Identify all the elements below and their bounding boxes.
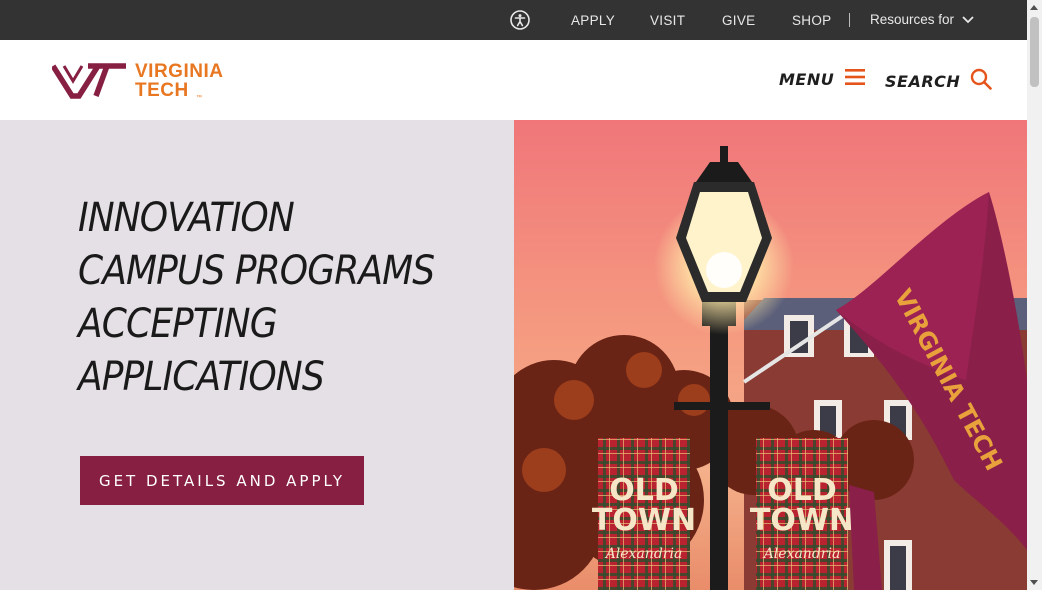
hero-photo: OLD TOWN OLD TOWN Alexandria Alexandria … bbox=[514, 120, 1027, 590]
hero-headline-line: INNOVATION bbox=[78, 195, 295, 241]
scrollbar-thumb[interactable] bbox=[1030, 17, 1039, 87]
hero-headline-line: ACCEPTING bbox=[78, 301, 278, 347]
search-button[interactable]: SEARCH bbox=[885, 68, 993, 94]
vt-monogram-icon bbox=[52, 63, 126, 99]
chevron-down-icon bbox=[962, 12, 974, 27]
get-details-and-apply-button[interactable]: GET DETAILS AND APPLY bbox=[80, 456, 364, 505]
utility-link-visit[interactable]: VISIT bbox=[650, 13, 685, 28]
menu-label: MENU bbox=[779, 69, 835, 89]
banner-text-alexandria: Alexandria bbox=[604, 546, 683, 562]
banner-text-alexandria: Alexandria bbox=[762, 546, 841, 562]
utility-divider bbox=[849, 13, 850, 27]
hamburger-icon bbox=[844, 68, 866, 90]
search-label: SEARCH bbox=[885, 71, 961, 91]
utility-link-shop[interactable]: SHOP bbox=[792, 13, 831, 28]
scroll-up-icon[interactable] bbox=[1030, 5, 1038, 10]
search-icon bbox=[970, 68, 993, 94]
resources-for-dropdown[interactable]: Resources for bbox=[870, 12, 974, 27]
logo-trademark: ™ bbox=[196, 95, 202, 101]
vertical-scrollbar[interactable] bbox=[1027, 0, 1042, 590]
logo-text-tech: TECH bbox=[135, 80, 189, 101]
hero-section: INNOVATION CAMPUS PROGRAMS ACCEPTING APP… bbox=[0, 120, 1027, 590]
banner-text-town: TOWN bbox=[592, 503, 696, 538]
menu-button[interactable]: MENU bbox=[779, 68, 866, 90]
utility-bar: APPLY VISIT GIVE SHOP Resources for bbox=[0, 0, 1027, 40]
accessibility-icon[interactable] bbox=[510, 10, 530, 30]
banner-text-town: TOWN bbox=[750, 503, 854, 538]
hero-headline-line: CAMPUS PROGRAMS bbox=[78, 248, 435, 294]
utility-link-apply[interactable]: APPLY bbox=[571, 13, 615, 28]
site-header: VIRGINIA TECH ™ MENU SEARCH bbox=[0, 40, 1027, 120]
resources-for-label: Resources for bbox=[870, 12, 955, 27]
logo-text-virginia: VIRGINIA bbox=[135, 61, 224, 82]
page: APPLY VISIT GIVE SHOP Resources for VIRG… bbox=[0, 0, 1027, 590]
hero-headline: INNOVATION CAMPUS PROGRAMS ACCEPTING APP… bbox=[78, 192, 435, 404]
scroll-down-icon[interactable] bbox=[1030, 580, 1038, 585]
hero-headline-line: APPLICATIONS bbox=[78, 354, 325, 400]
virginia-tech-logo[interactable]: VIRGINIA TECH ™ bbox=[52, 62, 242, 102]
utility-link-give[interactable]: GIVE bbox=[722, 13, 755, 28]
